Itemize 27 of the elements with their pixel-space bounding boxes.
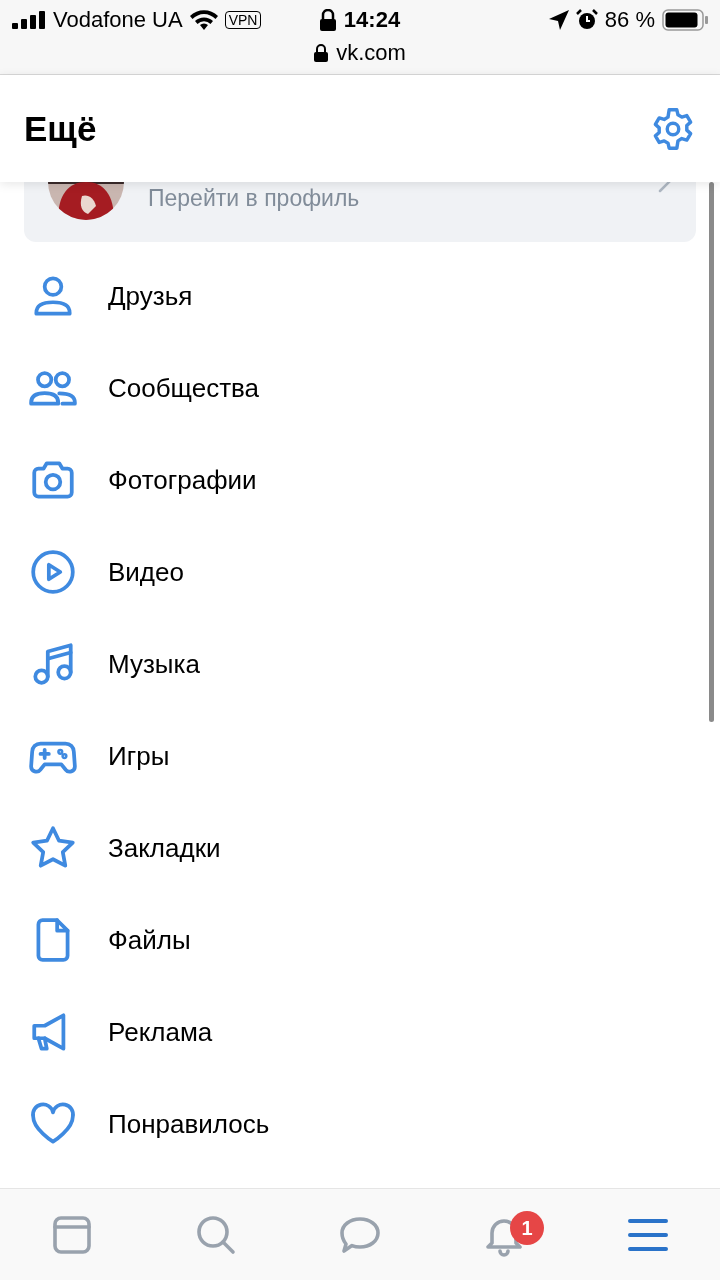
lock-icon <box>314 44 329 62</box>
signal-icon <box>12 11 46 29</box>
menu-item[interactable]: Игры <box>0 710 720 802</box>
scrollbar[interactable] <box>709 182 714 722</box>
wifi-icon <box>189 10 218 30</box>
tab-button[interactable]: 1 <box>432 1189 576 1280</box>
vpn-badge: VPN <box>224 11 262 29</box>
carrier-name: Vodafone UA <box>53 7 183 33</box>
lock-icon <box>319 9 336 31</box>
alarm-clock-icon <box>575 9 598 31</box>
url-address[interactable]: vk.com <box>336 40 406 66</box>
page-title: Ещё <box>24 108 97 149</box>
menu-item[interactable]: Закладки <box>0 802 720 894</box>
battery-icon <box>662 9 708 31</box>
menu-item[interactable]: Файлы <box>0 894 720 986</box>
menu-item[interactable]: Понравилось <box>0 1078 720 1170</box>
menu-item[interactable]: Реклама <box>0 986 720 1078</box>
clock-time: 14:24 <box>343 7 401 33</box>
menu-item[interactable]: Фотографии <box>0 434 720 526</box>
menu-item[interactable]: Друзья <box>0 250 720 342</box>
menu-item[interactable]: Музыка <box>0 618 720 710</box>
menu-item[interactable]: Видео <box>0 526 720 618</box>
menu-item[interactable]: Сообщества <box>0 342 720 434</box>
location-arrow-icon <box>548 10 569 30</box>
battery-percent: 86 % <box>604 7 655 33</box>
play-icon <box>28 547 78 597</box>
notification-badge: 1 <box>510 1211 544 1245</box>
